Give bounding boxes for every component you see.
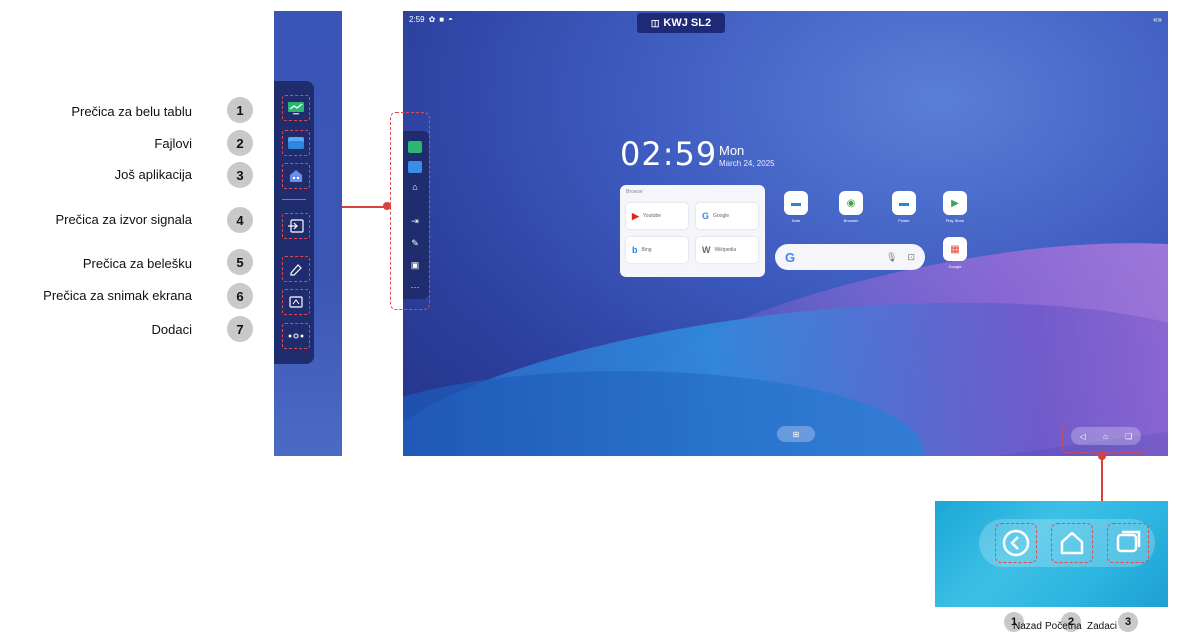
finder-icon: ▬ xyxy=(892,191,916,215)
clock-day: Mon xyxy=(719,143,745,158)
whiteboard-shortcut-button[interactable] xyxy=(282,95,310,121)
google-shortcut[interactable]: G Google xyxy=(696,203,758,229)
tasks-icon xyxy=(1116,530,1141,553)
sidebar-panel xyxy=(274,81,314,364)
annotation-badge: 4 xyxy=(227,207,253,233)
status-bar: 2:59 ✿ ■ ◓ xyxy=(409,15,453,24)
window-icon: ■ xyxy=(439,15,445,24)
nav-label-tasks: Zadaci xyxy=(1087,621,1118,632)
wikipedia-icon: W xyxy=(702,245,711,255)
google-icon: G xyxy=(702,211,710,221)
shortcut-label: Bing xyxy=(641,247,652,253)
signal-source-button[interactable] xyxy=(282,213,310,239)
sidebar-zoom-view xyxy=(274,11,342,456)
youtube-icon: ▶ xyxy=(632,210,639,221)
nav-badge: 3 xyxy=(1118,612,1138,632)
apps-drawer-button[interactable]: ⊞ xyxy=(777,426,815,442)
nav-label-home: Početna xyxy=(1045,621,1082,632)
annotation-badge: 1 xyxy=(227,97,253,123)
grid-icon: ⊞ xyxy=(792,429,800,439)
nav-bar-zoom-view xyxy=(935,501,1168,607)
input-source-icon xyxy=(288,219,304,233)
app-browser[interactable]: ◉ Browser xyxy=(834,191,868,223)
home-icon xyxy=(1060,531,1084,555)
widget-title: Browse xyxy=(626,189,643,195)
device-title-tab[interactable]: ◫ KWJ SL2 xyxy=(637,13,725,33)
back-icon xyxy=(1002,529,1030,557)
shortcut-label: Youtube xyxy=(642,213,662,219)
microphone-icon[interactable]: 🎙 xyxy=(886,252,897,263)
annotation-label-note: Prečica za belešku xyxy=(82,256,192,271)
google-apps-icon: ▦ xyxy=(943,237,967,261)
sidebar-divider xyxy=(282,199,306,200)
play-store-icon: ▶ xyxy=(943,191,967,215)
whiteboard-icon xyxy=(288,102,304,115)
app-play-store[interactable]: ▶ Play Store xyxy=(938,191,972,223)
apps-icon xyxy=(290,170,302,182)
app-label: Finder xyxy=(898,218,910,223)
annotation-badge: 3 xyxy=(227,162,253,188)
app-label: Play Store xyxy=(945,218,965,223)
app-finder[interactable]: ▬ Finder xyxy=(887,191,921,223)
screenshot-button[interactable] xyxy=(282,289,310,315)
annotation-label-whiteboard: Prečica za belu tablu xyxy=(71,104,192,119)
sidebar-highlight xyxy=(390,112,430,310)
network-icon: ◓ xyxy=(448,15,453,24)
pen-icon xyxy=(290,264,302,276)
browse-widget: Browse ▶ Youtube G Google b Bing W Wikip… xyxy=(620,185,765,277)
shortcut-label: Google xyxy=(713,213,730,219)
files-icon xyxy=(288,137,304,149)
browser-icon: ◉ xyxy=(839,191,863,215)
annotation-badge: 2 xyxy=(227,130,253,156)
expand-icon[interactable]: «» xyxy=(1153,15,1162,24)
wikipedia-shortcut[interactable]: W Wikipedia xyxy=(696,237,758,263)
note-icon: ▬ xyxy=(784,191,808,215)
settings-icon: ✿ xyxy=(428,15,436,24)
annotation-label-files: Fajlovi xyxy=(154,136,192,151)
files-button[interactable] xyxy=(282,130,310,156)
status-time: 2:59 xyxy=(409,15,425,24)
back-button[interactable] xyxy=(995,523,1037,563)
annotation-label-more-apps: Još aplikacija xyxy=(114,167,192,182)
lens-icon[interactable]: ⊡ xyxy=(907,252,915,263)
youtube-shortcut[interactable]: ▶ Youtube xyxy=(626,203,688,229)
clock-date: March 24, 2025 xyxy=(719,159,775,168)
google-logo-icon: G xyxy=(785,249,796,265)
annotation-label-addons: Dodaci xyxy=(151,322,192,337)
nav-bar-highlight xyxy=(1062,423,1146,453)
more-icon xyxy=(288,333,304,339)
device-title: KWJ SL2 xyxy=(663,17,712,29)
annotation-label-signal-source: Prečica za izvor signala xyxy=(55,212,192,227)
note-button[interactable] xyxy=(282,256,310,282)
bing-shortcut[interactable]: b Bing xyxy=(626,237,688,263)
nav-label-back: Nazad xyxy=(1013,621,1042,632)
display-screen: 2:59 ✿ ■ ◓ ◫ KWJ SL2 «» ⌂ ⇥ ✎ ▣ ··· 02:5… xyxy=(403,11,1168,456)
more-apps-button[interactable] xyxy=(282,163,310,189)
app-label: Google xyxy=(948,264,962,269)
bing-icon: b xyxy=(632,245,638,255)
app-google[interactable]: ▦ Google xyxy=(938,237,972,269)
app-label: Browser xyxy=(843,218,859,223)
app-note[interactable]: ▬ Note xyxy=(779,191,813,223)
connector-line xyxy=(1101,456,1103,501)
home-button[interactable] xyxy=(1051,523,1093,563)
annotation-badge: 7 xyxy=(227,316,253,342)
addons-button[interactable] xyxy=(282,323,310,349)
annotation-badge: 6 xyxy=(227,283,253,309)
annotation-badge: 5 xyxy=(227,249,253,275)
clock: 02:59 xyxy=(620,135,718,173)
tasks-button[interactable] xyxy=(1107,523,1149,563)
screenshot-icon xyxy=(289,296,303,308)
annotation-label-screenshot: Prečica za snimak ekrana xyxy=(43,288,192,303)
google-search-bar[interactable]: G 🎙 ⊡ xyxy=(775,244,925,270)
app-label: Note xyxy=(791,218,801,223)
shortcut-label: Wikipedia xyxy=(714,247,737,253)
device-icon: ◫ xyxy=(650,17,660,28)
